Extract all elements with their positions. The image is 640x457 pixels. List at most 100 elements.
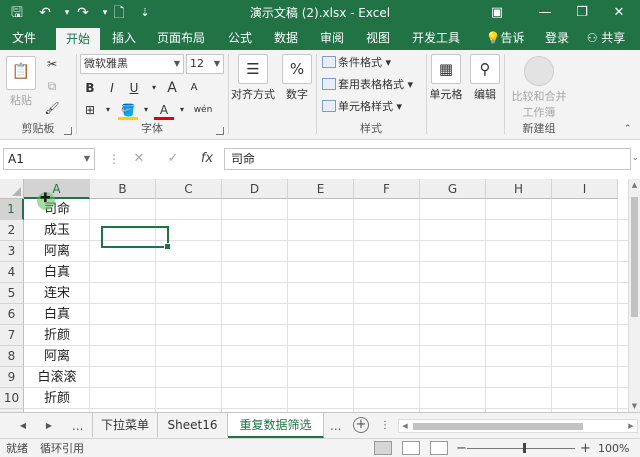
italic-button[interactable]: I (102, 78, 122, 98)
ribbon-display-options-icon[interactable]: ▣ (482, 0, 512, 26)
font-name-select[interactable]: 微软雅黑 ▼ (80, 54, 184, 74)
cancel-icon[interactable]: ✕ (128, 149, 150, 169)
row-header[interactable]: 2 (0, 220, 24, 241)
tab-split-handle[interactable]: ⋮ (380, 417, 390, 435)
underline-button[interactable]: U (124, 78, 144, 98)
worksheet-grid[interactable]: ABCDEFGHI 1 2 3 4 5 6 7 8 9 10 司命 成玉 阿离 白真 连宋 白真 折颜 阿离 白滚… (0, 179, 628, 412)
name-box[interactable]: A1 ▼ (3, 148, 95, 170)
customize-toolbar-icon[interactable]: ⇣ (134, 3, 156, 23)
cell-a6[interactable]: 白真 (24, 304, 90, 325)
cell-a7[interactable]: 折颜 (24, 325, 90, 346)
row-header[interactable]: 3 (0, 241, 24, 262)
sheet-tab-duplicate-filter[interactable]: 重复数据筛选 (228, 413, 324, 438)
tab-review[interactable]: 审阅 (314, 26, 350, 50)
sheet-tab-sheet16[interactable]: Sheet16 (158, 413, 228, 437)
sign-in-link[interactable]: 登录 (542, 26, 572, 50)
cell-a4[interactable]: 白真 (24, 262, 90, 283)
tab-formulas[interactable]: 公式 (222, 26, 258, 50)
row-header[interactable]: 4 (0, 262, 24, 283)
redo-icon[interactable]: ↷ (72, 3, 94, 23)
number-format-button[interactable]: % 数字 (280, 54, 314, 102)
column-header-g[interactable]: G (420, 179, 486, 199)
row-header[interactable]: 8 (0, 346, 24, 367)
column-header-i[interactable]: I (552, 179, 618, 199)
collapse-ribbon-icon[interactable]: ⌃ (624, 124, 632, 134)
column-header-f[interactable]: F (354, 179, 420, 199)
zoom-slider[interactable] (467, 448, 575, 449)
font-grow-button[interactable]: A (162, 78, 182, 98)
sheet-more-right[interactable]: ... (330, 417, 341, 435)
sheet-next-icon[interactable]: ▶ (42, 417, 56, 435)
cells-button[interactable]: ▦ 单元格 (428, 54, 464, 102)
horizontal-scroll-thumb[interactable] (413, 423, 583, 430)
editing-button[interactable]: ⚲ 编辑 (468, 54, 502, 102)
row-header[interactable]: 5 (0, 283, 24, 304)
row-header[interactable]: 10 (0, 388, 24, 409)
cell-a3[interactable]: 阿离 (24, 241, 90, 262)
cell-a2[interactable]: 成玉 (24, 220, 90, 241)
sheet-more-left[interactable]: ... (72, 417, 83, 435)
zoom-slider-thumb[interactable] (523, 443, 526, 453)
bold-button[interactable]: B (80, 78, 100, 98)
tab-file[interactable]: 文件 (4, 26, 44, 50)
copy-icon[interactable]: ⧉ (42, 76, 62, 96)
tab-insert[interactable]: 插入 (104, 26, 144, 50)
compare-merge-button[interactable]: 比较和合并 工作簿 (508, 56, 570, 120)
column-header-b[interactable]: B (90, 179, 156, 199)
alignment-button[interactable]: ☰ 对齐方式 (230, 54, 276, 102)
share-button[interactable]: ⚇ 共享 (578, 26, 634, 50)
font-shrink-button[interactable]: A (184, 78, 204, 98)
tab-developer[interactable]: 开发工具 (408, 26, 464, 50)
tab-home[interactable]: 开始 (56, 28, 100, 50)
restore-button[interactable]: ❐ (567, 0, 597, 26)
row-header[interactable]: 7 (0, 325, 24, 346)
row-header[interactable]: 9 (0, 367, 24, 388)
new-file-icon[interactable]: 🗋 (108, 3, 130, 23)
font-size-select[interactable]: 12 ▼ (186, 54, 224, 74)
tab-data[interactable]: 数据 (268, 26, 304, 50)
paste-button[interactable]: 📋 粘贴 (4, 56, 38, 108)
expand-formula-bar-icon[interactable]: ⌄ (632, 153, 639, 162)
row-header[interactable]: 1 (0, 199, 24, 220)
conditional-format-button[interactable]: 条件格式 ▾ (322, 54, 391, 72)
underline-dropdown-icon[interactable]: ▾ (144, 78, 164, 98)
scroll-right-icon[interactable]: ▶ (625, 420, 637, 432)
page-layout-view-icon[interactable] (402, 441, 420, 455)
clipboard-launcher-icon[interactable] (64, 127, 72, 135)
zoom-level[interactable]: 100% (598, 439, 629, 457)
vertical-scroll-thumb[interactable] (631, 197, 638, 317)
scroll-down-icon[interactable]: ▼ (629, 400, 640, 412)
tell-me-search[interactable]: 💡告诉我... (474, 26, 536, 69)
font-color-button[interactable]: A (154, 100, 174, 120)
column-header-d[interactable]: D (222, 179, 288, 199)
sheet-tab-dropdown-menu[interactable]: 下拉菜单 (92, 413, 158, 437)
column-header-e[interactable]: E (288, 179, 354, 199)
horizontal-scrollbar[interactable]: ◀ ▶ (398, 419, 638, 433)
font-launcher-icon[interactable] (216, 127, 224, 135)
borders-dropdown-icon[interactable]: ▾ (98, 100, 118, 120)
cell-a8[interactable]: 阿离 (24, 346, 90, 367)
column-header-h[interactable]: H (486, 179, 552, 199)
page-break-view-icon[interactable] (430, 441, 448, 455)
zoom-out-button[interactable]: − (456, 439, 467, 457)
add-sheet-icon[interactable]: + (353, 417, 369, 433)
tab-view[interactable]: 视图 (360, 26, 396, 50)
enter-icon[interactable]: ✓ (162, 149, 184, 169)
vertical-scrollbar[interactable]: ▲ ▼ (628, 179, 640, 412)
cell-a5[interactable]: 连宋 (24, 283, 90, 304)
zoom-in-button[interactable]: + (580, 439, 591, 457)
format-painter-icon[interactable]: 🖌 (42, 98, 62, 118)
phonetic-guide-button[interactable]: wén (190, 100, 216, 120)
minimize-button[interactable]: — (530, 0, 560, 26)
cell-a10[interactable]: 折颜 (24, 388, 90, 409)
column-header-c[interactable]: C (156, 179, 222, 199)
undo-icon[interactable]: ↶ (34, 3, 56, 23)
cell-styles-button[interactable]: 单元格样式 ▾ (322, 98, 402, 116)
borders-icon[interactable]: ⊞ (80, 100, 100, 120)
column-header-a[interactable]: A (24, 179, 90, 199)
font-color-dropdown-icon[interactable]: ▾ (172, 100, 192, 120)
cell-a9[interactable]: 白滚滚 (24, 367, 90, 388)
normal-view-icon[interactable] (374, 441, 392, 455)
fill-color-icon[interactable]: 🪣 (118, 100, 138, 120)
sheet-prev-icon[interactable]: ◀ (16, 417, 30, 435)
